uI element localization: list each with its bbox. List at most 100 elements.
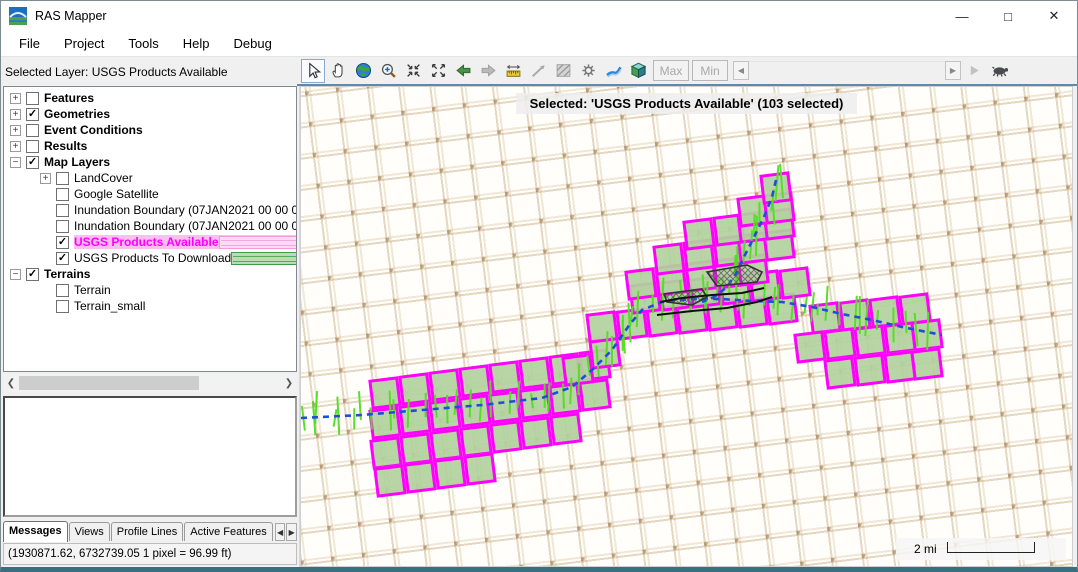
profile-line-icon[interactable]: [526, 59, 550, 83]
panel-tabs: MessagesViewsProfile LinesActive Feature…: [3, 517, 297, 541]
toolbar: MaxMin◀▶: [297, 57, 1077, 86]
tree-item-terrain-small[interactable]: Terrain_small: [4, 298, 296, 314]
play-icon[interactable]: [962, 59, 986, 83]
map-overlay-graphics: [301, 87, 1073, 567]
layer-label: Map Layers: [44, 155, 110, 169]
tab-views[interactable]: Views: [69, 522, 110, 541]
coordinates-readout: (1930871.62, 6732739.05 1 pixel = 96.99 …: [8, 548, 231, 560]
expand-icon[interactable]: +: [10, 93, 21, 104]
anim-left-icon[interactable]: ◀: [733, 61, 749, 80]
ras-mapper-window: { "window": { "title": "RAS Mapper" }, "…: [0, 0, 1078, 572]
tree-item-terrain[interactable]: Terrain: [4, 282, 296, 298]
menu-help[interactable]: Help: [171, 32, 222, 55]
scroll-right-icon[interactable]: ❯: [281, 375, 297, 391]
minimize-button[interactable]: —: [939, 1, 985, 31]
layer-label: Terrains: [44, 267, 90, 281]
zoom-previous-collapse-icon[interactable]: [401, 59, 425, 83]
menu-debug[interactable]: Debug: [222, 32, 284, 55]
menu-project[interactable]: Project: [52, 32, 116, 55]
layer-checkbox[interactable]: ✓: [26, 268, 39, 281]
layer-checkbox[interactable]: [26, 92, 39, 105]
water-surface-profile-icon[interactable]: [601, 59, 625, 83]
tree-item-features[interactable]: +Features: [4, 90, 296, 106]
select-arrow-icon[interactable]: [301, 59, 325, 83]
tree-item-event-conditions[interactable]: + Event Conditions: [4, 122, 296, 138]
layer-checkbox[interactable]: [56, 284, 69, 297]
tree-item-map-layers[interactable]: −✓ Map Layers: [4, 154, 296, 170]
back-arrow-icon[interactable]: [451, 59, 475, 83]
collapse-icon[interactable]: −: [10, 269, 21, 280]
maximize-button[interactable]: □: [985, 1, 1031, 31]
measure-ruler-icon[interactable]: [501, 59, 525, 83]
zoom-extents-expand-icon[interactable]: [426, 59, 450, 83]
pan-hand-icon[interactable]: [326, 59, 350, 83]
anim-track[interactable]: [749, 61, 945, 80]
layer-tree: +Features+✓Geometries+Event Conditions+R…: [3, 86, 297, 372]
layer-checkbox[interactable]: [56, 172, 69, 185]
anim-right-icon[interactable]: ▶: [945, 61, 961, 80]
map-canvas[interactable]: Selected: 'USGS Products Available' (103…: [300, 86, 1073, 567]
tree-item-results[interactable]: + Results: [4, 138, 296, 154]
tab-active-features[interactable]: Active Features: [184, 522, 272, 541]
layer-checkbox[interactable]: ✓: [56, 252, 69, 265]
layer-panel: +Features+✓Geometries+Event Conditions+R…: [1, 86, 297, 567]
tree-item-landcover[interactable]: +LandCover: [4, 170, 296, 186]
expand-icon[interactable]: +: [40, 173, 51, 184]
scroll-left-icon[interactable]: ❮: [3, 375, 19, 391]
messages-list[interactable]: [3, 396, 297, 517]
animation-scrollbar[interactable]: ◀▶: [733, 61, 961, 80]
zoom-in-icon[interactable]: [376, 59, 400, 83]
expand-icon[interactable]: +: [10, 125, 21, 136]
expand-icon[interactable]: +: [10, 141, 21, 152]
forward-arrow-icon[interactable]: [476, 59, 500, 83]
scrollbar-thumb[interactable]: [19, 376, 199, 390]
layer-checkbox[interactable]: [56, 188, 69, 201]
layer-checkbox[interactable]: ✓: [56, 236, 69, 249]
layer-label: Results: [44, 139, 87, 153]
tree-row-body: Results: [44, 139, 296, 153]
tree-row-body: Map Layers: [44, 155, 296, 169]
tab-profile-lines[interactable]: Profile Lines: [111, 522, 184, 541]
tree-item-usgs-products-to-download[interactable]: ✓USGS Products To Download: [4, 250, 296, 266]
tab-messages[interactable]: Messages: [3, 521, 68, 542]
layer-checkbox[interactable]: ✓: [26, 156, 39, 169]
green-legend-swatch: [231, 252, 296, 265]
layer-checkbox[interactable]: [56, 204, 69, 217]
tree-item-google-satellite[interactable]: Google Satellite: [4, 186, 296, 202]
title-bar: RAS Mapper — □ ✕: [1, 1, 1077, 31]
menu-file[interactable]: File: [7, 32, 52, 55]
tree-item-geometries[interactable]: +✓Geometries: [4, 106, 296, 122]
min-button[interactable]: Min: [692, 60, 728, 81]
tree-row-body: Event Conditions: [44, 123, 296, 137]
layer-checkbox[interactable]: [26, 124, 39, 137]
terrain-3d-cube-icon[interactable]: [626, 59, 650, 83]
layer-checkbox[interactable]: [56, 300, 69, 313]
turtle-icon[interactable]: [987, 59, 1011, 83]
settings-gear-icon[interactable]: [576, 59, 600, 83]
scrollbar-track[interactable]: [19, 375, 281, 391]
tree-horizontal-scrollbar[interactable]: ❮ ❯: [3, 374, 297, 392]
layer-label: Event Conditions: [44, 123, 143, 137]
tree-item-terrains[interactable]: −✓ Terrains: [4, 266, 296, 282]
selected-layer-label: Selected Layer: USGS Products Available: [1, 65, 297, 79]
expand-icon[interactable]: +: [10, 109, 21, 120]
tab-scroll-left-icon[interactable]: ◀: [275, 523, 286, 541]
close-button[interactable]: ✕: [1031, 1, 1077, 31]
layer-checkbox[interactable]: ✓: [26, 108, 39, 121]
layer-checkbox[interactable]: [56, 220, 69, 233]
tree-item-inundation-boundary-07jan2021-00[interactable]: Inundation Boundary (07JAN2021 00 00 00 …: [4, 202, 296, 218]
tab-scroll-right-icon[interactable]: ▶: [286, 523, 297, 541]
window-title: RAS Mapper: [35, 9, 107, 23]
tree-row-body: Terrains: [44, 267, 296, 281]
collapse-icon[interactable]: −: [10, 157, 21, 168]
layer-checkbox[interactable]: [26, 140, 39, 153]
menu-tools[interactable]: Tools: [116, 32, 170, 55]
hatch-region-icon[interactable]: [551, 59, 575, 83]
globe-full-extent-icon[interactable]: [351, 59, 375, 83]
app-icon: [9, 7, 27, 25]
layer-label: USGS Products Available: [74, 235, 219, 249]
tree-item-inundation-boundary-07jan2021-00[interactable]: Inundation Boundary (07JAN2021 00 00 00 …: [4, 218, 296, 234]
max-button[interactable]: Max: [653, 60, 689, 81]
toolbar-row: Selected Layer: USGS Products Available …: [1, 57, 1077, 86]
tree-item-usgs-products-available[interactable]: ✓ USGS Products Available: [4, 234, 296, 250]
